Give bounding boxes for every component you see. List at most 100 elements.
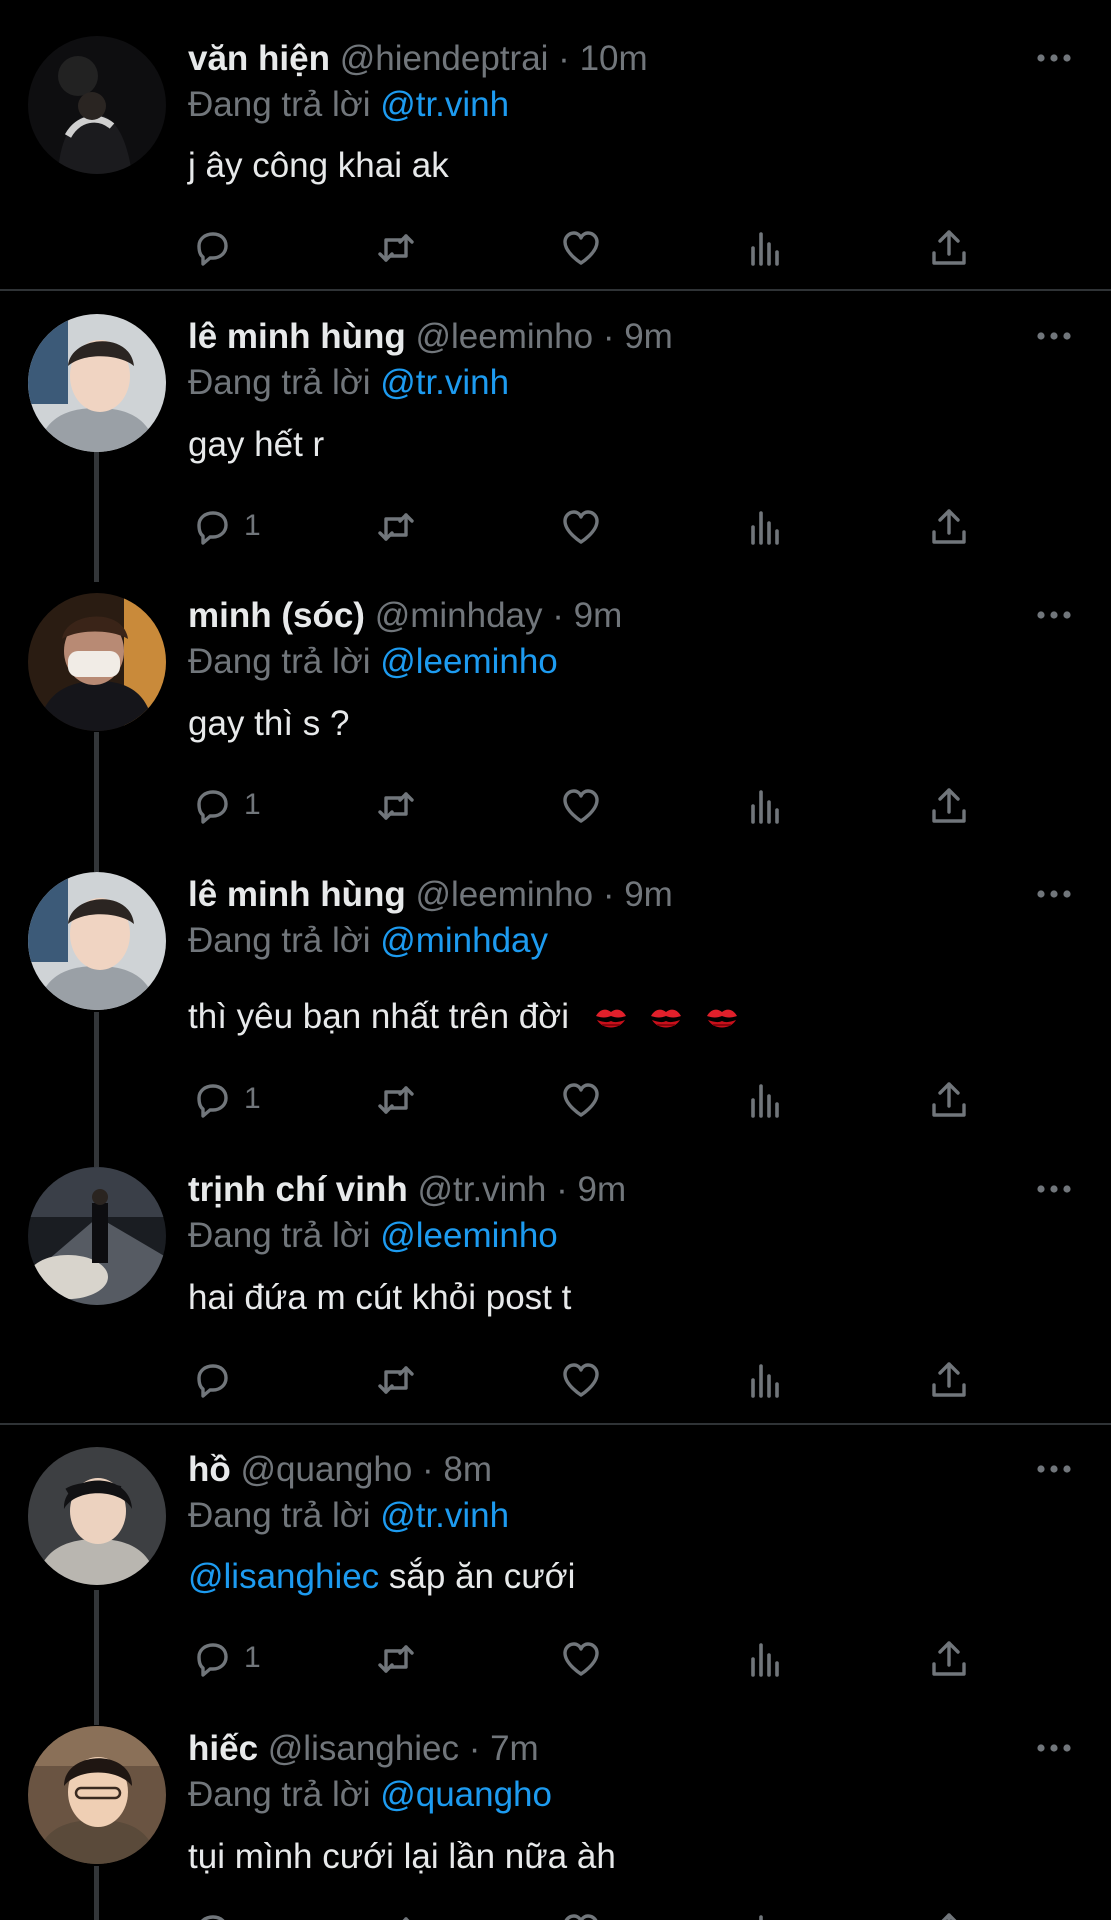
reply-mention-link[interactable]: @leeminho: [380, 1216, 558, 1255]
like-button[interactable]: [559, 1905, 603, 1920]
reply-button[interactable]: 1: [190, 501, 290, 551]
retweet-button[interactable]: [374, 501, 418, 551]
avatar[interactable]: [28, 36, 166, 174]
display-name[interactable]: trịnh chí vinh: [188, 1170, 408, 1209]
display-name[interactable]: hiếc: [188, 1729, 258, 1768]
more-options-icon[interactable]: [1036, 1738, 1072, 1758]
reply-mention-link[interactable]: @tr.vinh: [380, 363, 509, 402]
replying-label: Đang trả lời: [188, 1775, 371, 1814]
views-button[interactable]: [744, 222, 788, 272]
display-name[interactable]: hồ: [188, 1450, 231, 1489]
reply-button[interactable]: [190, 222, 290, 272]
avatar[interactable]: [28, 1447, 166, 1585]
retweet-icon: [374, 1909, 418, 1920]
timestamp[interactable]: 7m: [490, 1729, 539, 1768]
tweet[interactable]: văn hiện @hiendeptrai · 10m Đang trả lời…: [0, 0, 1111, 290]
text-mention-link[interactable]: @lisanghiec: [188, 1557, 379, 1596]
like-button[interactable]: [559, 1354, 603, 1404]
replying-to: Đang trả lời @tr.vinh: [188, 361, 509, 405]
action-bar: [0, 222, 1111, 272]
like-button[interactable]: [559, 780, 603, 830]
timestamp[interactable]: 9m: [624, 317, 673, 356]
share-icon: [927, 1358, 971, 1402]
display-name[interactable]: minh (sóc): [188, 596, 365, 635]
user-handle[interactable]: @minhday: [375, 596, 543, 635]
reply-mention-link[interactable]: @minhday: [380, 921, 548, 960]
reply-mention-link[interactable]: @tr.vinh: [380, 85, 509, 124]
retweet-button[interactable]: [374, 1354, 418, 1404]
user-handle[interactable]: @quangho: [241, 1450, 413, 1489]
reply-button[interactable]: [190, 1905, 290, 1920]
retweet-button[interactable]: [374, 1633, 418, 1683]
replying-to: Đang trả lời @tr.vinh: [188, 83, 509, 127]
reply-mention-link[interactable]: @quangho: [380, 1775, 552, 1814]
reply-count: 1: [244, 788, 261, 821]
share-button[interactable]: [927, 1354, 971, 1404]
share-button[interactable]: [927, 501, 971, 551]
share-button[interactable]: [927, 780, 971, 830]
avatar[interactable]: [28, 1726, 166, 1864]
retweet-button[interactable]: [374, 780, 418, 830]
share-button[interactable]: [927, 222, 971, 272]
action-bar: [0, 1354, 1111, 1404]
retweet-icon: [374, 1358, 418, 1402]
views-button[interactable]: [744, 501, 788, 551]
reply-icon: [190, 226, 234, 270]
like-button[interactable]: [559, 1633, 603, 1683]
more-options-icon[interactable]: [1036, 1459, 1072, 1479]
heart-icon: [559, 505, 603, 549]
tweet-text: j ây công khai ak: [188, 146, 449, 185]
share-button[interactable]: [927, 1074, 971, 1124]
more-options-icon[interactable]: [1036, 1179, 1072, 1199]
heart-icon: [559, 784, 603, 828]
avatar[interactable]: [28, 1167, 166, 1305]
user-handle[interactable]: @lisanghiec: [268, 1729, 459, 1768]
views-button[interactable]: [744, 1633, 788, 1683]
more-options-icon[interactable]: [1036, 326, 1072, 346]
display-name[interactable]: lê minh hùng: [188, 875, 406, 914]
separator-dot: ·: [558, 39, 570, 78]
retweet-button[interactable]: [374, 1905, 418, 1920]
replying-label: Đang trả lời: [188, 85, 371, 124]
more-options-icon[interactable]: [1036, 48, 1072, 68]
views-button[interactable]: [744, 1905, 788, 1920]
reply-button[interactable]: 1: [190, 1633, 290, 1683]
user-handle[interactable]: @leeminho: [416, 875, 594, 914]
reply-button[interactable]: 1: [190, 780, 290, 830]
retweet-button[interactable]: [374, 1074, 418, 1124]
reply-mention-link[interactable]: @tr.vinh: [380, 1496, 509, 1535]
like-button[interactable]: [559, 501, 603, 551]
user-handle[interactable]: @hiendeptrai: [340, 39, 549, 78]
more-options-icon[interactable]: [1036, 605, 1072, 625]
reply-mention-link[interactable]: @leeminho: [380, 642, 558, 681]
share-button[interactable]: [927, 1905, 971, 1920]
avatar[interactable]: [28, 593, 166, 731]
separator-dot: ·: [468, 1729, 481, 1768]
like-button[interactable]: [559, 1074, 603, 1124]
retweet-icon: [374, 1078, 418, 1122]
share-button[interactable]: [927, 1633, 971, 1683]
user-handle[interactable]: @leeminho: [416, 317, 594, 356]
avatar[interactable]: [28, 314, 166, 452]
user-handle[interactable]: @tr.vinh: [417, 1170, 546, 1209]
more-options-icon[interactable]: [1036, 884, 1072, 904]
timestamp[interactable]: 9m: [574, 596, 623, 635]
replying-to: Đang trả lời @tr.vinh: [188, 1494, 509, 1538]
replying-to: Đang trả lời @quangho: [188, 1773, 552, 1817]
timestamp[interactable]: 9m: [578, 1170, 627, 1209]
views-button[interactable]: [744, 1354, 788, 1404]
timestamp[interactable]: 10m: [580, 39, 648, 78]
reply-button[interactable]: [190, 1354, 290, 1404]
retweet-icon: [374, 226, 418, 270]
reply-button[interactable]: 1: [190, 1074, 290, 1124]
display-name[interactable]: văn hiện: [188, 39, 330, 78]
retweet-button[interactable]: [374, 222, 418, 272]
display-name[interactable]: lê minh hùng: [188, 317, 406, 356]
bar-chart-icon: [744, 226, 788, 270]
like-button[interactable]: [559, 222, 603, 272]
views-button[interactable]: [744, 1074, 788, 1124]
views-button[interactable]: [744, 780, 788, 830]
timestamp[interactable]: 8m: [443, 1450, 492, 1489]
avatar[interactable]: [28, 872, 166, 1010]
timestamp[interactable]: 9m: [624, 875, 673, 914]
